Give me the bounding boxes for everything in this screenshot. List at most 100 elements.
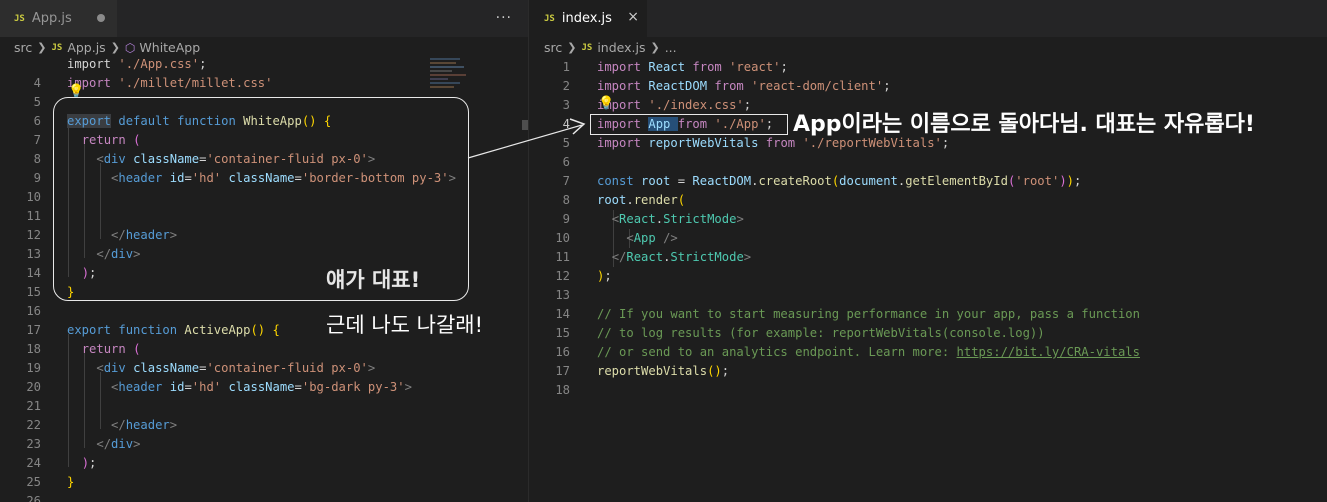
- line-number: 17: [26, 323, 41, 337]
- line-number: 7: [562, 174, 570, 188]
- code-token: ;: [199, 57, 207, 71]
- code-line[interactable]: 23 </div>: [0, 435, 455, 454]
- code-token: './reportWebVitals': [802, 136, 942, 150]
- code-token: App: [633, 231, 664, 245]
- chevron-right-icon: ❯: [110, 41, 120, 54]
- js-file-icon: JS: [14, 13, 25, 24]
- scrollbar[interactable]: [522, 120, 528, 130]
- code-token: >: [367, 361, 376, 375]
- code-token: <: [611, 212, 620, 226]
- line-number: 11: [26, 209, 41, 223]
- code-token[interactable]: https://bit.ly/CRA-vitals: [957, 345, 1140, 359]
- code-line[interactable]: 20 <header id='hd' className='bg-dark py…: [0, 378, 455, 397]
- code-line[interactable]: 13: [530, 286, 1327, 305]
- breadcrumb-folder[interactable]: src: [14, 40, 32, 55]
- code-token: StrictMode: [670, 250, 744, 264]
- code-token: root: [597, 193, 627, 207]
- code-line[interactable]: 1 import React from 'react';: [530, 58, 1327, 77]
- code-line[interactable]: 14 // If you want to start measuring perf…: [530, 305, 1327, 324]
- breadcrumb-folder[interactable]: src: [544, 40, 562, 55]
- code-token: ): [81, 456, 90, 470]
- right-editor-pane: JS index.js × src ❯ JS index.js ❯ ... 1 i…: [530, 0, 1327, 502]
- code-token: import: [597, 79, 649, 93]
- annotation-me-too: 근데 나도 나갈래!: [326, 313, 484, 337]
- line-number: 15: [26, 285, 41, 299]
- code-line[interactable]: 16 // or send to an analytics endpoint. L…: [530, 343, 1327, 362]
- unsaved-dot-icon[interactable]: [97, 14, 105, 22]
- code-line[interactable]: 9 <React.StrictMode>: [530, 210, 1327, 229]
- more-actions-icon[interactable]: ···: [496, 10, 512, 26]
- code-token: ;: [743, 98, 752, 112]
- tab-label: App.js: [31, 11, 72, 26]
- code-line[interactable]: 25}: [0, 473, 455, 492]
- code-line[interactable]: 18: [530, 381, 1327, 400]
- code-token: 'bg-dark py-3': [301, 380, 405, 394]
- line-number: 14: [555, 307, 570, 321]
- code-token: />: [663, 231, 678, 245]
- line-number: 4: [562, 117, 570, 131]
- code-line[interactable]: 26: [0, 492, 455, 502]
- line-number: 5: [562, 136, 570, 150]
- chevron-right-icon: ❯: [37, 41, 47, 54]
- code-text: </div>: [67, 435, 140, 454]
- code-token: </: [111, 418, 126, 432]
- code-token: >: [133, 437, 141, 451]
- breadcrumb: src ❯ JS index.js ❯ ...: [530, 37, 1327, 58]
- close-icon[interactable]: ×: [627, 9, 639, 25]
- code-line[interactable]: 24 );: [0, 454, 455, 473]
- code-token: // If you want to start measuring perfor…: [597, 307, 1140, 321]
- code-line[interactable]: 11 </React.StrictMode>: [530, 248, 1327, 267]
- code-token: getElementById: [905, 174, 1008, 188]
- code-line[interactable]: 15 // to log results (for example: report…: [530, 324, 1327, 343]
- breadcrumb-symbol[interactable]: WhiteApp: [139, 40, 200, 55]
- code-token: ;: [89, 456, 97, 470]
- code-token: ReactDOM: [648, 79, 715, 93]
- code-text: export function ActiveApp() {: [67, 321, 280, 340]
- js-file-icon: JS: [581, 42, 593, 53]
- code-line[interactable]: 7 const root = ReactDOM.createRoot(docume…: [530, 172, 1327, 191]
- line-number: 25: [26, 475, 41, 489]
- code-token: ActiveApp: [184, 323, 251, 337]
- code-line[interactable]: import './App.css';: [0, 55, 455, 74]
- tab-index-js[interactable]: JS index.js ×: [530, 0, 647, 37]
- code-token: root: [641, 174, 678, 188]
- code-line[interactable]: 18 return (: [0, 340, 455, 359]
- line-number: 20: [26, 380, 41, 394]
- code-token: // or send to an analytics endpoint. Lea…: [597, 345, 957, 359]
- code-token: function: [118, 323, 185, 337]
- tab-app-js[interactable]: JS App.js: [0, 0, 117, 37]
- code-text: );: [67, 454, 97, 473]
- code-token: StrictMode: [663, 212, 737, 226]
- code-line[interactable]: 2 import ReactDOM from 'react-dom/client'…: [530, 77, 1327, 96]
- line-number: 26: [26, 494, 41, 502]
- code-text: // to log results (for example: reportWe…: [597, 324, 1045, 343]
- code-line[interactable]: 21: [0, 397, 455, 416]
- line-number: 6: [562, 155, 570, 169]
- lightbulb-icon[interactable]: 💡: [598, 96, 614, 111]
- line-number: 16: [555, 345, 570, 359]
- breadcrumb-symbol[interactable]: ...: [665, 40, 677, 55]
- code-token: export: [67, 323, 112, 337]
- code-token: ;: [883, 79, 891, 93]
- line-number: 15: [555, 326, 570, 340]
- code-line[interactable]: 12);: [530, 267, 1327, 286]
- code-token: header: [125, 418, 170, 432]
- code-line[interactable]: 17 reportWebVitals();: [530, 362, 1327, 381]
- code-line[interactable]: 22 </header>: [0, 416, 455, 435]
- code-line[interactable]: 19 <div className='container-fluid px-0'…: [0, 359, 455, 378]
- code-token: 'root': [1015, 174, 1060, 188]
- breadcrumb-file[interactable]: App.js: [67, 40, 105, 55]
- code-line[interactable]: 10 <App />: [530, 229, 1327, 248]
- breadcrumb-file[interactable]: index.js: [597, 40, 645, 55]
- code-token: ;: [1074, 174, 1082, 188]
- code-token: (): [250, 323, 266, 337]
- line-number: 17: [555, 364, 570, 378]
- code-line[interactable]: 8 root.render(: [530, 191, 1327, 210]
- code-token: reportWebVitals: [597, 364, 708, 378]
- code-line[interactable]: 6: [530, 153, 1327, 172]
- code-text: return (: [67, 340, 141, 359]
